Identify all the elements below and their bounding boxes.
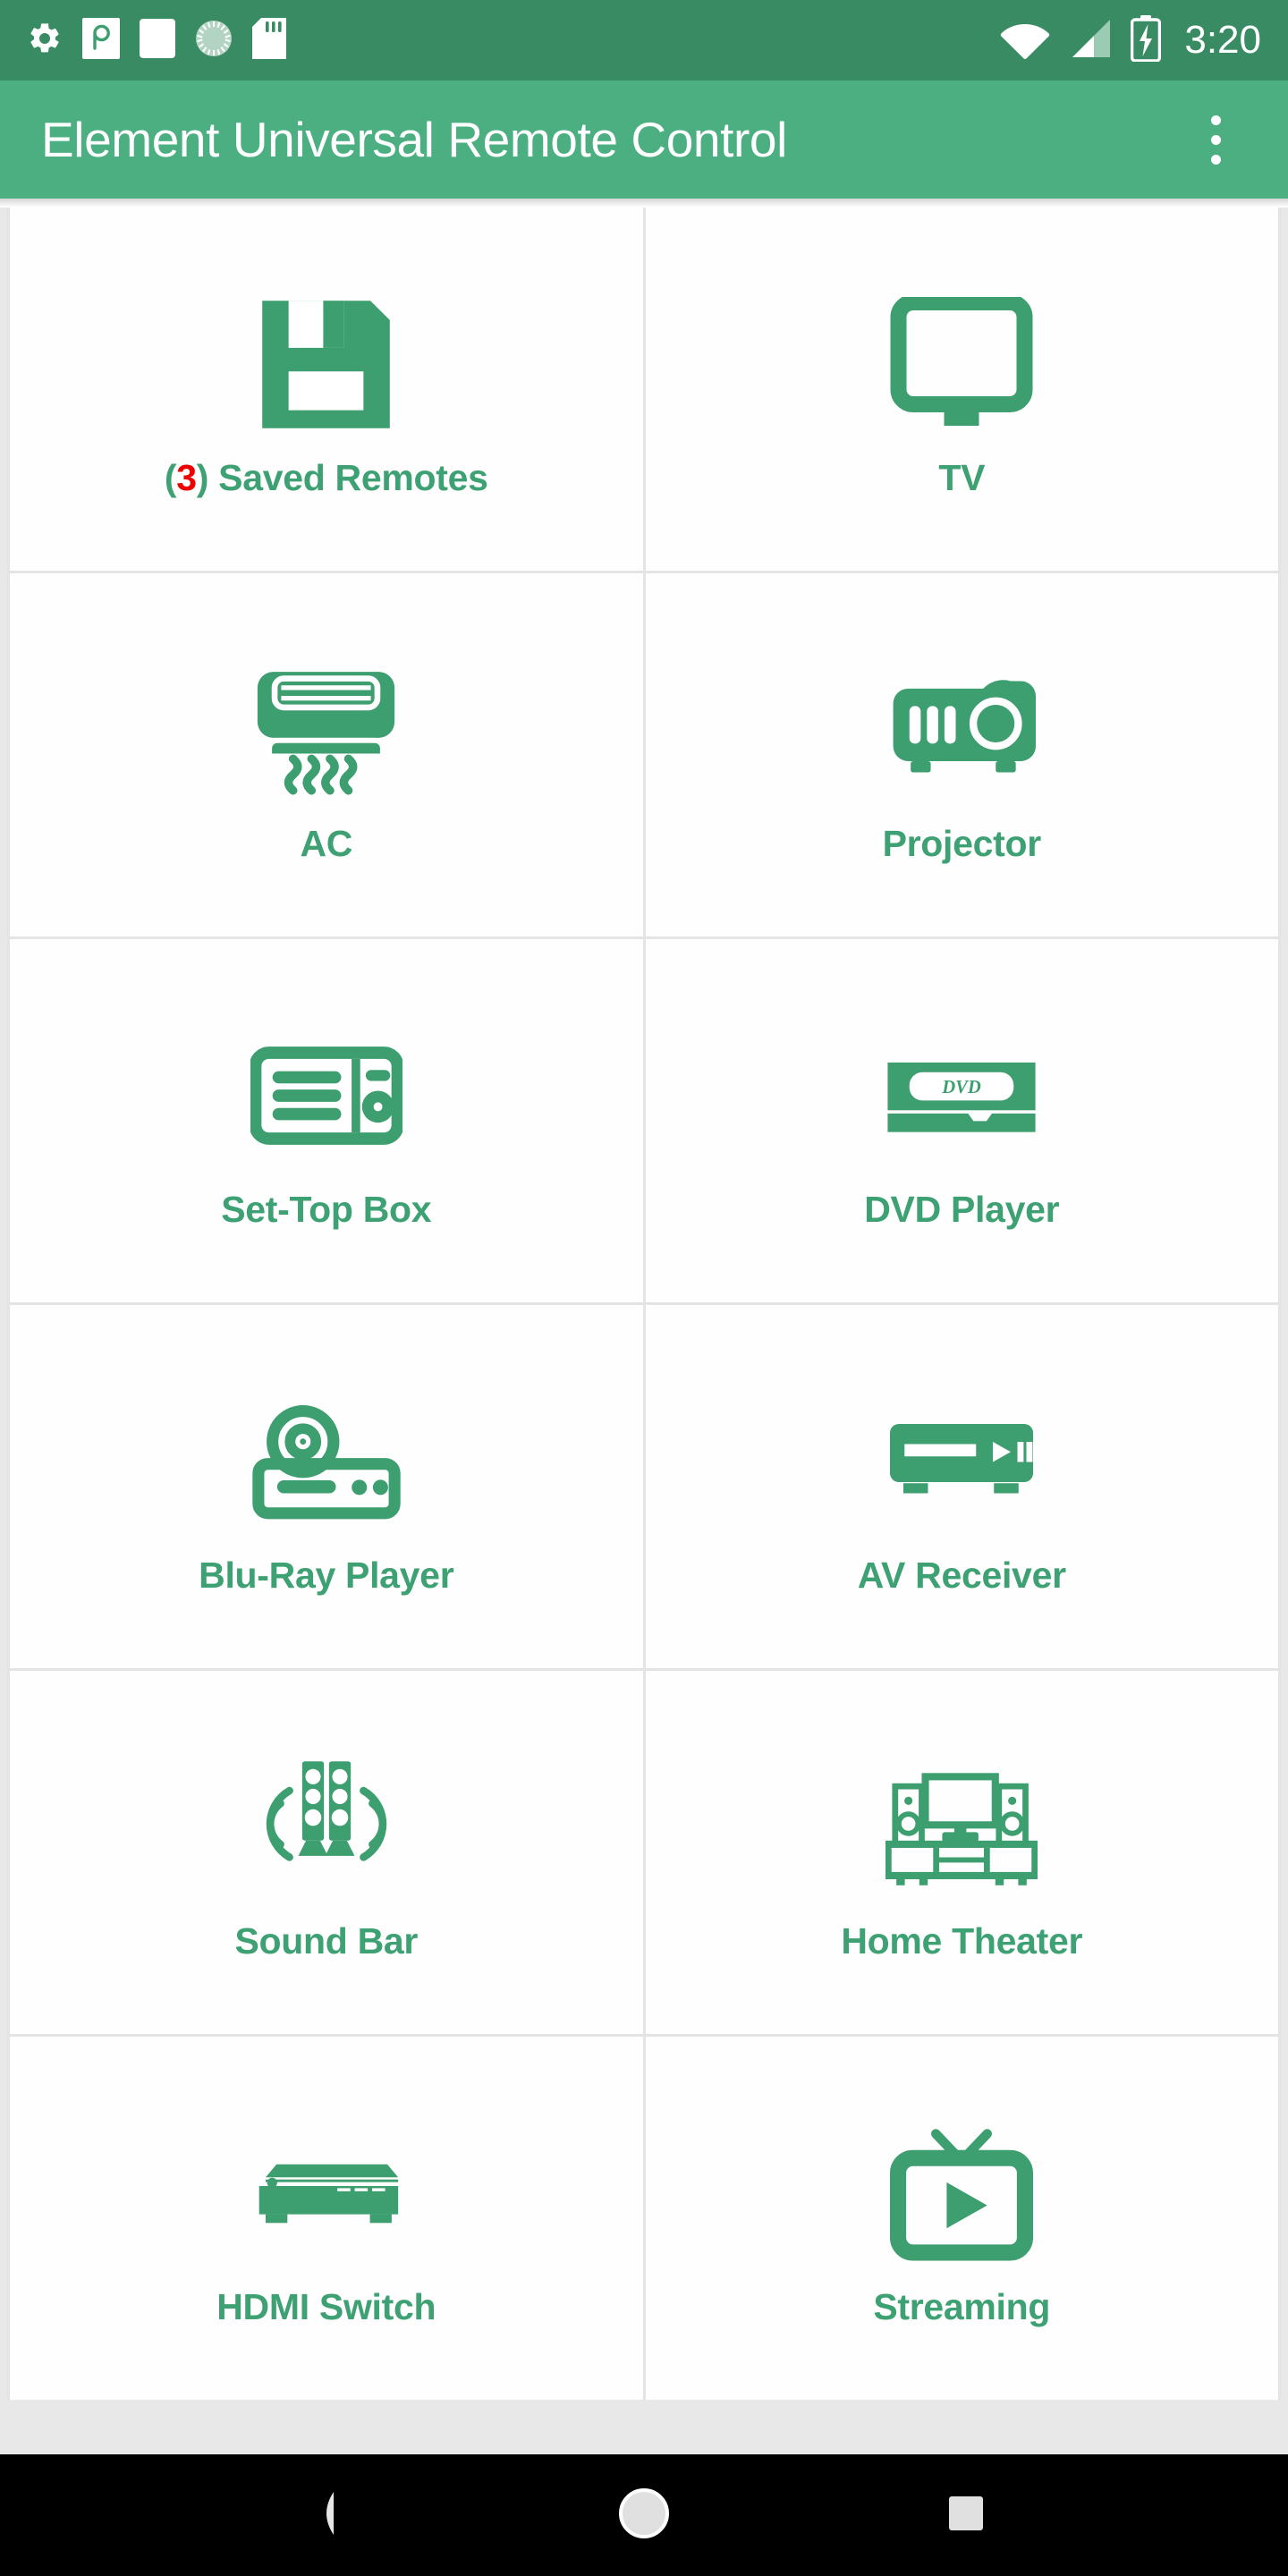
grid-item-home-theater[interactable]: Home Theater — [645, 1671, 1278, 2034]
grid-item-label: DVD Player — [864, 1189, 1060, 1231]
grid-item-hdmi-switch[interactable]: HDMI Switch — [10, 2037, 643, 2400]
kebab-dot-icon — [1210, 114, 1221, 125]
hdmi-switch-icon — [250, 2108, 402, 2278]
av-receiver-icon — [886, 1377, 1038, 1546]
grid-item-projector[interactable]: Projector — [645, 573, 1278, 936]
grid-item-saved-remotes[interactable]: (3) Saved Remotes — [10, 208, 643, 571]
status-bar-left-icons — [27, 17, 286, 64]
grid-item-av-receiver[interactable]: AV Receiver — [645, 1305, 1278, 1668]
grid-item-label: AV Receiver — [857, 1555, 1066, 1597]
status-bar: 3:20 — [0, 0, 1288, 80]
status-bar-right-icons: 3:20 — [1000, 14, 1261, 66]
grid-item-label: HDMI Switch — [216, 2286, 436, 2328]
blu-ray-player-icon — [251, 1377, 402, 1546]
count-paren-open: ( — [164, 457, 177, 499]
grid-item-set-top-box[interactable]: Set-Top Box — [10, 939, 643, 1302]
battery-charging-icon — [1131, 14, 1162, 66]
home-circle-icon — [616, 2486, 672, 2546]
back-button[interactable] — [268, 2462, 376, 2569]
grid-item-label: Projector — [882, 823, 1042, 865]
wifi-icon — [1000, 17, 1050, 64]
app-bar: Element Universal Remote Control — [0, 80, 1288, 199]
grid-item-label: AC — [300, 823, 353, 865]
tv-monitor-icon — [890, 279, 1033, 449]
recents-square-icon — [945, 2493, 987, 2538]
grid-item-label: Sound Bar — [234, 1920, 419, 1962]
grid-item-label: TV — [938, 457, 986, 499]
dvd-player-icon: DVD — [886, 1011, 1038, 1181]
dvd-icon-text: DVD — [941, 1078, 981, 1097]
air-conditioner-icon — [252, 645, 400, 815]
recents-button[interactable] — [912, 2462, 1020, 2569]
streaming-tv-play-icon — [890, 2108, 1034, 2278]
device-grid: (3) Saved Remotes TV AC Projector Set-To… — [7, 208, 1281, 2400]
grid-item-dvd-player[interactable]: DVD DVD Player — [645, 939, 1278, 1302]
grid-item-label-text: Saved Remotes — [218, 457, 488, 499]
grid-item-label: Set-Top Box — [221, 1189, 432, 1231]
grid-item-streaming[interactable]: Streaming — [645, 2037, 1278, 2400]
back-triangle-icon — [300, 2488, 344, 2543]
pocketcasts-app-icon — [82, 17, 120, 64]
android-navigation-bar — [0, 2454, 1288, 2576]
saved-remotes-count: 3 — [176, 457, 197, 499]
grid-item-sound-bar[interactable]: Sound Bar — [10, 1671, 643, 2034]
cellular-signal-icon — [1068, 17, 1113, 64]
page-title: Element Universal Remote Control — [41, 112, 787, 167]
projector-icon — [888, 645, 1036, 815]
status-bar-clock: 3:20 — [1184, 18, 1261, 62]
circular-progress-icon — [195, 20, 233, 62]
app-bar-shadow — [0, 199, 1288, 208]
sd-card-icon — [252, 17, 286, 64]
grid-item-label: Streaming — [873, 2286, 1051, 2328]
overflow-menu-button[interactable] — [1184, 95, 1247, 184]
home-theater-icon — [886, 1742, 1038, 1912]
app-root: 3:20 Element Universal Remote Control (3… — [0, 0, 1288, 2576]
floppy-disk-save-icon — [257, 279, 395, 449]
settings-gear-icon — [27, 21, 63, 61]
blank-notification-icon — [140, 18, 175, 63]
kebab-dot-icon — [1210, 134, 1221, 145]
grid-item-ac[interactable]: AC — [10, 573, 643, 936]
sound-bar-speakers-icon — [255, 1742, 398, 1912]
grid-item-tv[interactable]: TV — [645, 208, 1278, 571]
kebab-dot-icon — [1210, 154, 1221, 165]
grid-item-blu-ray-player[interactable]: Blu-Ray Player — [10, 1305, 643, 1668]
count-paren-close: ) — [196, 457, 209, 499]
device-grid-container: (3) Saved Remotes TV AC Projector Set-To… — [0, 208, 1288, 2454]
grid-item-label: (3) Saved Remotes — [165, 458, 488, 498]
grid-item-label: Home Theater — [841, 1920, 1083, 1962]
set-top-box-icon — [250, 1011, 402, 1181]
home-button[interactable] — [590, 2462, 698, 2569]
grid-item-label: Blu-Ray Player — [199, 1555, 454, 1597]
